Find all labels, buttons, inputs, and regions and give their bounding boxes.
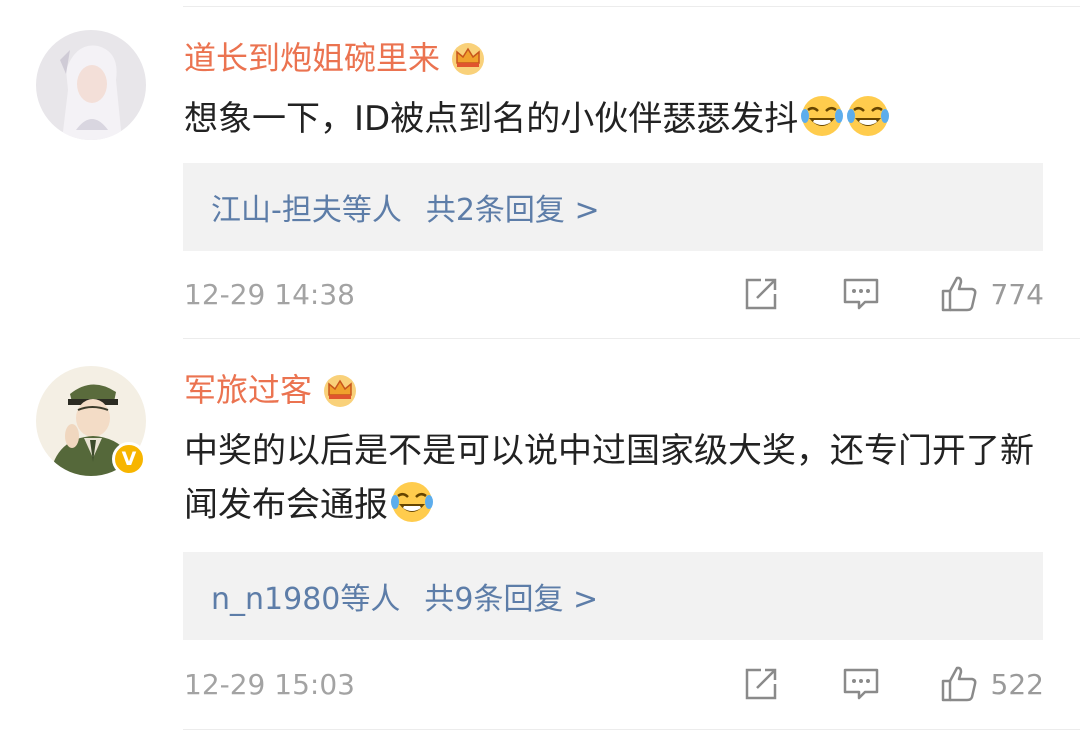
comment-actions: 774: [741, 270, 1044, 318]
comment-icon[interactable]: [841, 664, 881, 704]
laugh-cry-emoji-icon: [847, 96, 890, 136]
avatar[interactable]: [36, 30, 146, 140]
username-row: 道长到炮姐碗里来: [184, 38, 486, 78]
bottom-divider: [183, 729, 1080, 730]
comment-actions: 522: [741, 660, 1044, 708]
reply-count-link[interactable]: 共9条回复 >: [424, 574, 598, 618]
like-button[interactable]: 522: [939, 664, 1044, 704]
username[interactable]: 军旅过客: [184, 370, 312, 410]
comment-item: V 军旅过客 中奖的以后是不是可以说中过国家级大奖，还专门开了新闻发布会通报 n…: [0, 340, 1080, 736]
like-count: 774: [990, 277, 1044, 311]
forward-icon[interactable]: [741, 664, 781, 704]
forward-icon[interactable]: [741, 274, 781, 314]
reply-summary[interactable]: 江山-担夫等人 共2条回复 >: [183, 163, 1043, 251]
verified-badge: V: [112, 442, 146, 476]
thumbs-up-icon: [941, 276, 976, 312]
crown-icon: [452, 43, 485, 75]
comment-body: 想象一下，ID被点到名的小伙伴瑟瑟发抖: [184, 99, 799, 139]
comment-time: 12-29 15:03: [184, 667, 355, 701]
comment-text: 中奖的以后是不是可以说中过国家级大奖，还专门开了新闻发布会通报: [184, 424, 1049, 532]
username[interactable]: 道长到炮姐碗里来: [184, 38, 440, 78]
avatar-image: [36, 30, 146, 140]
crown-icon: [324, 375, 357, 407]
reply-count-link[interactable]: 共2条回复 >: [426, 185, 600, 229]
thumbs-up-icon: [941, 666, 976, 702]
like-count: 522: [990, 667, 1044, 701]
comment-text: 想象一下，ID被点到名的小伙伴瑟瑟发抖: [184, 92, 1054, 146]
reply-names[interactable]: n_n1980等人: [211, 574, 400, 618]
like-button[interactable]: 774: [939, 274, 1044, 314]
comment-meta: 12-29 14:38 774: [184, 270, 1044, 318]
laugh-cry-emoji-icon: [801, 96, 844, 136]
reply-summary[interactable]: n_n1980等人 共9条回复 >: [183, 552, 1043, 640]
reply-names[interactable]: 江山-担夫等人: [211, 185, 402, 229]
comment-divider: [183, 338, 1080, 339]
comment-body: 中奖的以后是不是可以说中过国家级大奖，还专门开了新闻发布会通报: [184, 431, 1034, 525]
comment-time: 12-29 14:38: [184, 277, 355, 311]
comment-item: 道长到炮姐碗里来 想象一下，ID被点到名的小伙伴瑟瑟发抖 江山-担夫等人 共2条…: [0, 0, 1080, 336]
comment-icon[interactable]: [841, 274, 881, 314]
comment-meta: 12-29 15:03 522: [184, 660, 1044, 708]
username-row: 军旅过客: [184, 370, 358, 410]
laugh-cry-emoji-icon: [391, 482, 433, 522]
